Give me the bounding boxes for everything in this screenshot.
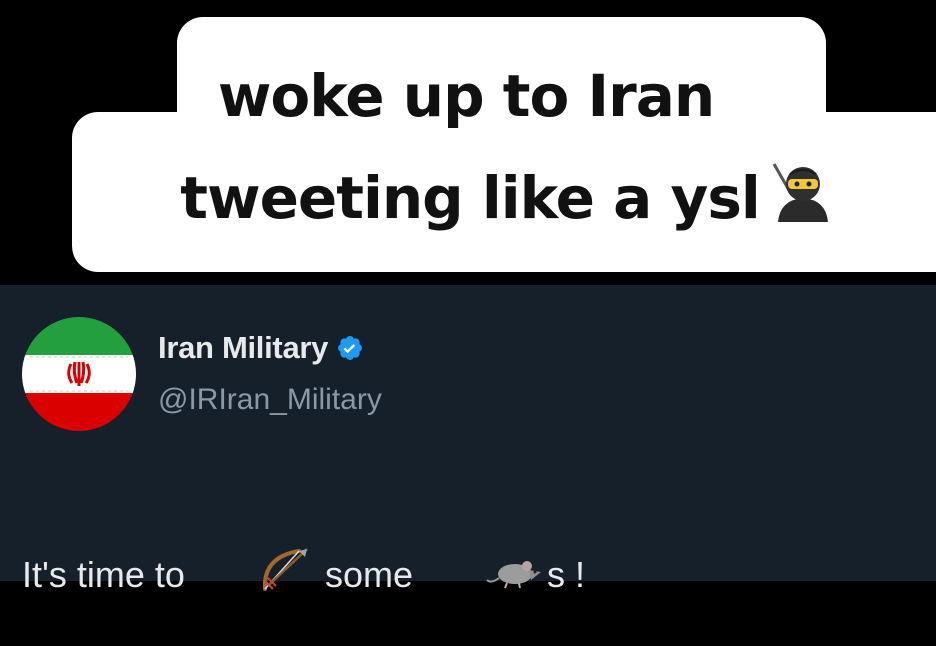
display-name[interactable]: Iran Military	[158, 330, 328, 366]
tweet-card[interactable]: Iran Military @IRIran_Military It's time…	[0, 285, 936, 595]
tweet-text: It's time to some s !	[22, 503, 585, 646]
tweet-text-part-1: It's time to	[22, 553, 185, 595]
user-handle[interactable]: @IRIran_Military	[158, 383, 382, 417]
caption-overlay: woke up to Iran tweeting like a ysl	[0, 0, 936, 285]
caption-line-2: tweeting like a ysl	[40, 162, 936, 238]
author-name-row: Iran Military	[158, 330, 364, 366]
caption-line-2-text: tweeting like a ysl	[180, 164, 760, 232]
iran-flag-icon[interactable]	[22, 317, 136, 431]
rat-icon	[425, 508, 543, 641]
caption-line-1: woke up to Iran	[217, 62, 715, 130]
verified-badge-icon[interactable]	[336, 334, 364, 362]
tweet-text-part-2: some	[324, 553, 413, 595]
tweet-text-part-3: s !	[546, 553, 585, 595]
bow-and-arrow-icon	[199, 503, 313, 646]
ninja-icon	[770, 162, 836, 238]
